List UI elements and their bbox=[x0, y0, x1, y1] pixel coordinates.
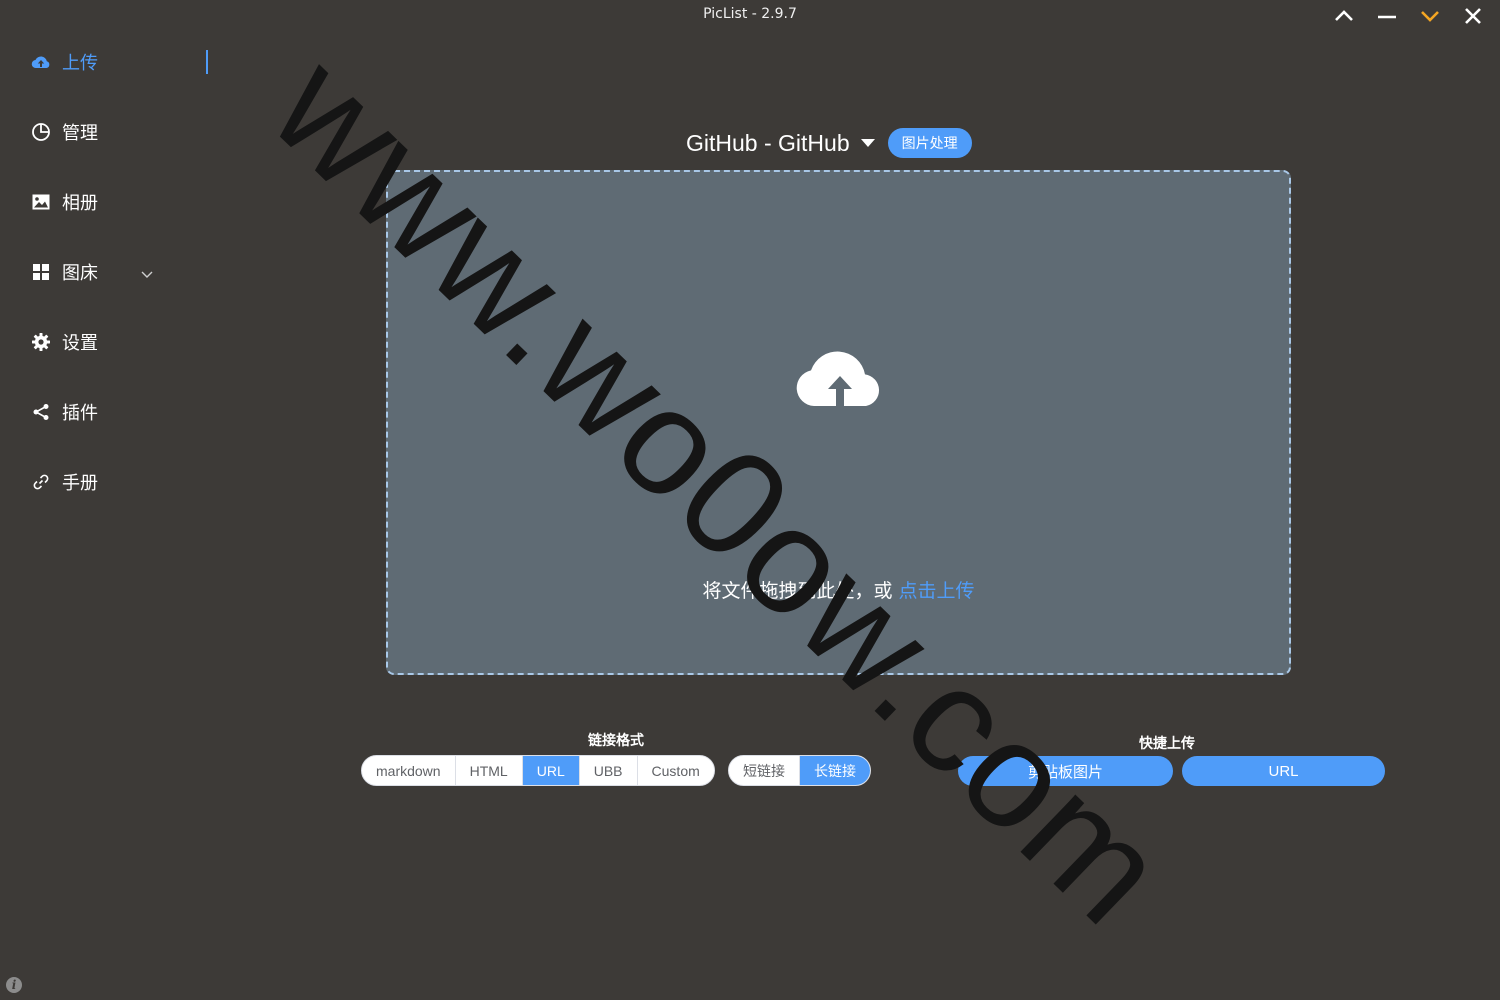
clipboard-upload-button[interactable]: 剪贴板图片 bbox=[958, 756, 1173, 786]
active-indicator bbox=[206, 50, 208, 74]
image-process-button[interactable]: 图片处理 bbox=[887, 128, 972, 158]
window-title: PicList - 2.9.7 bbox=[703, 6, 797, 22]
drop-hint-text: 将文件拖拽到此处，或 bbox=[702, 580, 899, 602]
upload-dropzone[interactable]: 将文件拖拽到此处，或 点击上传 bbox=[386, 170, 1291, 675]
format-option-ubb[interactable]: UBB bbox=[580, 756, 638, 785]
picbed-selector: GitHub - GitHub 图片处理 bbox=[686, 127, 972, 159]
sidebar-item-settings[interactable]: 设置 bbox=[30, 322, 190, 362]
link-icon bbox=[30, 471, 52, 493]
link-length-selector: 短链接 长链接 bbox=[728, 755, 871, 786]
minimize-icon[interactable] bbox=[1365, 2, 1408, 30]
short-link-option[interactable]: 短链接 bbox=[729, 756, 800, 785]
window-controls bbox=[1322, 2, 1494, 30]
info-icon[interactable]: i bbox=[6, 977, 22, 993]
sidebar-item-manage[interactable]: 管理 bbox=[30, 112, 190, 152]
long-link-option[interactable]: 长链接 bbox=[800, 756, 870, 785]
link-format-selector: markdown HTML URL UBB Custom bbox=[361, 755, 715, 786]
picbed-name[interactable]: GitHub - GitHub bbox=[686, 130, 850, 157]
caret-down-icon[interactable] bbox=[860, 138, 876, 148]
sidebar-item-label: 上传 bbox=[62, 53, 98, 74]
quick-upload-label: 快捷上传 bbox=[1139, 736, 1195, 752]
sidebar-item-upload[interactable]: 上传 bbox=[30, 42, 208, 82]
image-icon bbox=[30, 191, 52, 213]
cloud-upload-icon bbox=[796, 351, 880, 406]
sidebar-item-label: 相册 bbox=[62, 193, 98, 214]
url-upload-button[interactable]: URL bbox=[1182, 756, 1385, 786]
sidebar-item-manual[interactable]: 手册 bbox=[30, 462, 190, 502]
sidebar-item-label: 手册 bbox=[62, 473, 98, 494]
chevron-down-icon[interactable] bbox=[140, 265, 154, 279]
close-icon[interactable] bbox=[1451, 2, 1494, 30]
gear-icon bbox=[30, 331, 52, 353]
sidebar-item-picbeds[interactable]: 图床 bbox=[30, 252, 190, 292]
click-upload-link[interactable]: 点击上传 bbox=[899, 580, 975, 602]
format-option-custom[interactable]: Custom bbox=[638, 756, 714, 785]
title-bar: PicList - 2.9.7 bbox=[0, 0, 1500, 30]
sidebar-item-label: 管理 bbox=[62, 123, 98, 144]
sidebar-item-label: 设置 bbox=[62, 333, 98, 354]
sidebar-item-gallery[interactable]: 相册 bbox=[30, 182, 190, 222]
grid-icon bbox=[30, 261, 52, 283]
sidebar-item-label: 图床 bbox=[62, 263, 98, 284]
format-option-html[interactable]: HTML bbox=[456, 756, 523, 785]
format-option-url[interactable]: URL bbox=[522, 756, 580, 785]
pie-chart-icon bbox=[30, 121, 52, 143]
share-icon bbox=[30, 401, 52, 423]
sidebar-item-plugins[interactable]: 插件 bbox=[30, 392, 190, 432]
pin-icon[interactable] bbox=[1408, 2, 1451, 30]
cloud-upload-icon bbox=[30, 51, 52, 73]
link-format-label: 链接格式 bbox=[588, 733, 644, 749]
collapse-icon[interactable] bbox=[1322, 2, 1365, 30]
drop-hint: 将文件拖拽到此处，或 点击上传 bbox=[388, 576, 1289, 603]
format-option-markdown[interactable]: markdown bbox=[362, 756, 456, 785]
sidebar-item-label: 插件 bbox=[62, 403, 98, 424]
sidebar: 上传 管理 相册 图床 设置 插件 手册 bbox=[0, 30, 208, 1000]
